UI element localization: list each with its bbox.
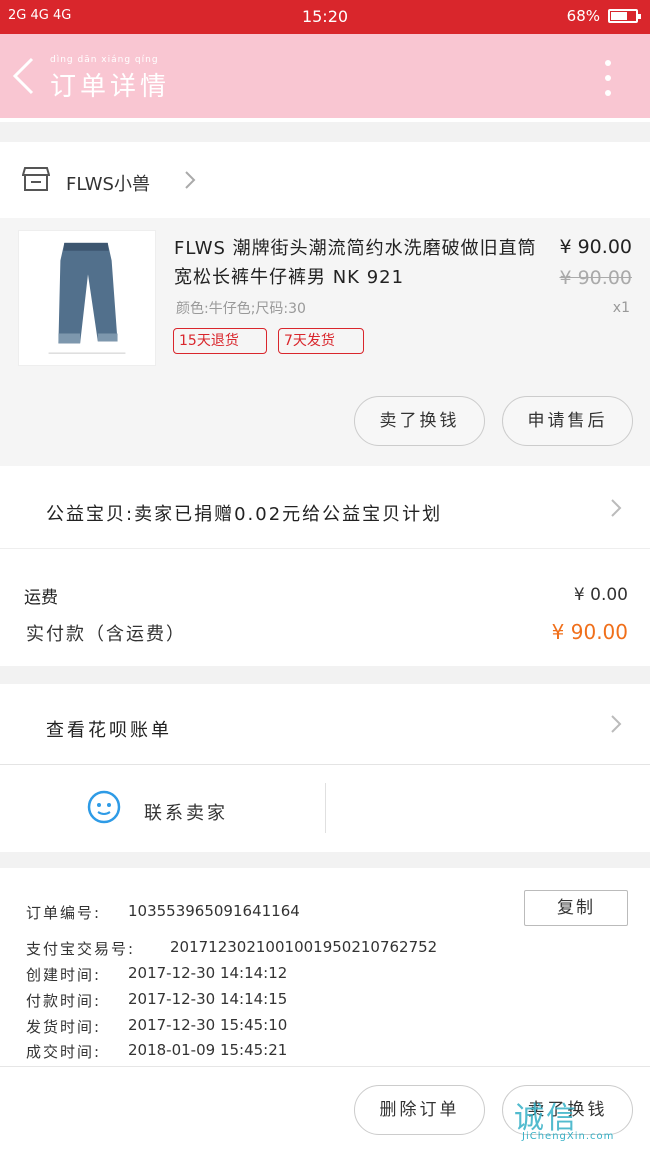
contact-divider bbox=[325, 783, 326, 833]
order-number: 103553965091641164 bbox=[128, 902, 300, 920]
shipping-label: 运费 bbox=[24, 588, 58, 608]
chevron-right-icon bbox=[611, 715, 622, 733]
battery-percent: 68% bbox=[566, 7, 600, 25]
product-quantity: x1 bbox=[612, 300, 630, 316]
chat-icon[interactable] bbox=[86, 789, 122, 825]
page-title-pinyin: dìng dān xiáng qíng bbox=[50, 55, 159, 65]
product-original-price: ¥ 90.00 bbox=[559, 267, 632, 289]
more-menu-icon[interactable] bbox=[604, 60, 612, 96]
after-sale-button[interactable]: 申请售后 bbox=[502, 396, 633, 446]
charity-row[interactable]: 公益宝贝:卖家已捐赠0.02元给公益宝贝计划 bbox=[0, 466, 650, 548]
contact-bar: 联系卖家 bbox=[0, 764, 650, 852]
alipay-trade-row: 支付宝交易号: 2017123021001001950210762752 bbox=[26, 938, 437, 959]
info-key: 创建时间: bbox=[26, 966, 102, 984]
chevron-right-icon bbox=[185, 171, 196, 189]
shipped-time: 2017-12-30 15:45:10 bbox=[128, 1016, 288, 1034]
watermark-logo: 诚信 JiChengXin.com bbox=[514, 1093, 644, 1149]
completed-time: 2018-01-09 15:45:21 bbox=[128, 1041, 288, 1059]
copy-button[interactable]: 复制 bbox=[524, 890, 628, 926]
paid-label: 实付款（含运费） bbox=[26, 624, 186, 645]
info-key: 订单编号: bbox=[26, 904, 102, 922]
status-bar: 2G 4G 4G 15:20 68% bbox=[0, 0, 650, 34]
created-time: 2017-12-30 14:14:12 bbox=[128, 964, 288, 982]
huabei-bill-link[interactable]: 查看花呗账单 bbox=[46, 716, 172, 742]
return-policy-tag: 15天退货 bbox=[173, 328, 267, 354]
product-image[interactable] bbox=[18, 230, 156, 366]
paid-time: 2017-12-30 14:14:15 bbox=[128, 990, 288, 1008]
info-key: 付款时间: bbox=[26, 992, 102, 1010]
info-key: 发货时间: bbox=[26, 1018, 102, 1036]
jeans-image bbox=[48, 242, 126, 354]
shipped-time-row: 发货时间: 2017-12-30 15:45:10 bbox=[26, 1016, 287, 1037]
battery-status: 68% bbox=[566, 7, 641, 25]
shop-name[interactable]: FLWS小兽 bbox=[66, 170, 150, 196]
order-info: 订单编号: 103553965091641164 支付宝交易号: 2017123… bbox=[0, 868, 650, 1066]
shop-row[interactable]: FLWS小兽 bbox=[0, 142, 650, 218]
chevron-right-icon bbox=[611, 499, 622, 517]
charity-text: 公益宝贝:卖家已捐赠0.02元给公益宝贝计划 bbox=[46, 504, 443, 525]
paid-time-row: 付款时间: 2017-12-30 14:14:15 bbox=[26, 990, 287, 1011]
alipay-trade-number: 2017123021001001950210762752 bbox=[170, 938, 438, 956]
completed-time-row: 成交时间: 2018-01-09 15:45:21 bbox=[26, 1041, 287, 1062]
back-arrow-icon[interactable] bbox=[10, 56, 36, 96]
order-number-row: 订单编号: 103553965091641164 bbox=[26, 902, 300, 923]
delete-order-button[interactable]: 删除订单 bbox=[354, 1085, 485, 1135]
product-card[interactable]: FLWS 潮牌街头潮流简约水洗磨破做旧直筒宽松长裤牛仔裤男 NK 921 颜色:… bbox=[0, 218, 650, 466]
shipping-value: ¥ 0.00 bbox=[573, 585, 628, 605]
contact-seller-button[interactable]: 联系卖家 bbox=[144, 799, 228, 825]
product-sku: 颜色:牛仔色;尺码:30 bbox=[176, 301, 306, 317]
page-title: 订单详情 bbox=[50, 72, 171, 102]
info-key: 支付宝交易号: bbox=[26, 940, 136, 958]
order-totals: 运费 ¥ 0.00 实付款（含运费） ¥ 90.00 bbox=[0, 548, 650, 666]
battery-icon bbox=[608, 9, 641, 23]
product-title[interactable]: FLWS 潮牌街头潮流简约水洗磨破做旧直筒宽松长裤牛仔裤男 NK 921 bbox=[174, 234, 544, 292]
product-price: ¥ 90.00 bbox=[559, 236, 632, 258]
sell-item-button[interactable]: 卖了换钱 bbox=[354, 396, 485, 446]
watermark-url: JiChengXin.com bbox=[522, 1131, 615, 1142]
store-icon bbox=[22, 167, 50, 191]
huabei-bill-row[interactable]: 查看花呗账单 bbox=[0, 684, 650, 764]
header-divider bbox=[0, 118, 650, 122]
shipping-policy-tag: 7天发货 bbox=[278, 328, 364, 354]
app-header: dìng dān xiáng qíng 订单详情 bbox=[0, 34, 650, 118]
info-key: 成交时间: bbox=[26, 1043, 102, 1061]
paid-amount: ¥ 90.00 bbox=[551, 620, 628, 644]
status-time: 15:20 bbox=[301, 7, 349, 26]
created-time-row: 创建时间: 2017-12-30 14:14:12 bbox=[26, 964, 287, 985]
